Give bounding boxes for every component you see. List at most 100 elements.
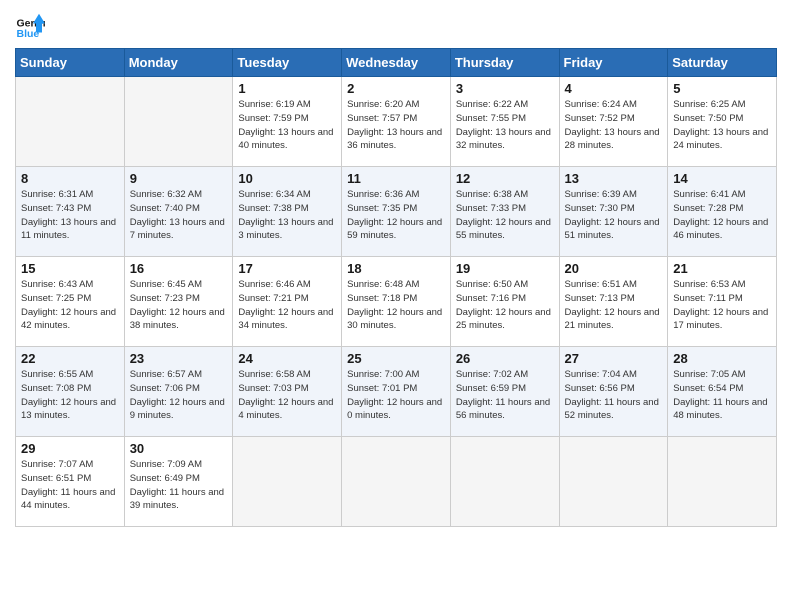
- day-number: 10: [238, 171, 336, 186]
- weekday-header: Wednesday: [342, 49, 451, 77]
- day-number: 4: [565, 81, 663, 96]
- calendar-day-cell: 8 Sunrise: 6:31 AMSunset: 7:43 PMDaylight…: [16, 167, 125, 257]
- day-number: 8: [21, 171, 119, 186]
- day-number: 28: [673, 351, 771, 366]
- day-info: Sunrise: 7:02 AMSunset: 6:59 PMDaylight:…: [456, 368, 554, 423]
- logo: General Blue: [15, 10, 45, 40]
- calendar-day-cell: 10 Sunrise: 6:34 AMSunset: 7:38 PMDayligh…: [233, 167, 342, 257]
- day-info: Sunrise: 6:48 AMSunset: 7:18 PMDaylight:…: [347, 278, 445, 333]
- calendar-week-row: 8 Sunrise: 6:31 AMSunset: 7:43 PMDaylight…: [16, 167, 777, 257]
- day-info: Sunrise: 7:07 AMSunset: 6:51 PMDaylight:…: [21, 458, 119, 513]
- day-info: Sunrise: 7:04 AMSunset: 6:56 PMDaylight:…: [565, 368, 663, 423]
- day-number: 14: [673, 171, 771, 186]
- calendar-day-cell: [233, 437, 342, 527]
- calendar-day-cell: 15 Sunrise: 6:43 AMSunset: 7:25 PMDayligh…: [16, 257, 125, 347]
- calendar-day-cell: 13 Sunrise: 6:39 AMSunset: 7:30 PMDayligh…: [559, 167, 668, 257]
- calendar-day-cell: 22 Sunrise: 6:55 AMSunset: 7:08 PMDayligh…: [16, 347, 125, 437]
- day-info: Sunrise: 6:39 AMSunset: 7:30 PMDaylight:…: [565, 188, 663, 243]
- calendar-day-cell: 11 Sunrise: 6:36 AMSunset: 7:35 PMDayligh…: [342, 167, 451, 257]
- day-info: Sunrise: 6:31 AMSunset: 7:43 PMDaylight:…: [21, 188, 119, 243]
- day-info: Sunrise: 6:25 AMSunset: 7:50 PMDaylight:…: [673, 98, 771, 153]
- day-info: Sunrise: 6:34 AMSunset: 7:38 PMDaylight:…: [238, 188, 336, 243]
- day-number: 11: [347, 171, 445, 186]
- day-info: Sunrise: 6:45 AMSunset: 7:23 PMDaylight:…: [130, 278, 228, 333]
- calendar-day-cell: 18 Sunrise: 6:48 AMSunset: 7:18 PMDayligh…: [342, 257, 451, 347]
- day-info: Sunrise: 6:38 AMSunset: 7:33 PMDaylight:…: [456, 188, 554, 243]
- calendar-day-cell: 23 Sunrise: 6:57 AMSunset: 7:06 PMDayligh…: [124, 347, 233, 437]
- day-number: 5: [673, 81, 771, 96]
- calendar-day-cell: 24 Sunrise: 6:58 AMSunset: 7:03 PMDayligh…: [233, 347, 342, 437]
- day-number: 19: [456, 261, 554, 276]
- day-number: 17: [238, 261, 336, 276]
- day-info: Sunrise: 6:55 AMSunset: 7:08 PMDaylight:…: [21, 368, 119, 423]
- day-number: 21: [673, 261, 771, 276]
- day-info: Sunrise: 6:41 AMSunset: 7:28 PMDaylight:…: [673, 188, 771, 243]
- day-number: 23: [130, 351, 228, 366]
- day-info: Sunrise: 6:43 AMSunset: 7:25 PMDaylight:…: [21, 278, 119, 333]
- weekday-header: Friday: [559, 49, 668, 77]
- day-number: 24: [238, 351, 336, 366]
- day-info: Sunrise: 6:24 AMSunset: 7:52 PMDaylight:…: [565, 98, 663, 153]
- day-number: 15: [21, 261, 119, 276]
- calendar-day-cell: 1 Sunrise: 6:19 AMSunset: 7:59 PMDaylight…: [233, 77, 342, 167]
- day-number: 22: [21, 351, 119, 366]
- calendar-day-cell: [450, 437, 559, 527]
- day-number: 12: [456, 171, 554, 186]
- calendar-day-cell: [16, 77, 125, 167]
- calendar-week-row: 22 Sunrise: 6:55 AMSunset: 7:08 PMDayligh…: [16, 347, 777, 437]
- calendar-day-cell: [559, 437, 668, 527]
- day-info: Sunrise: 6:32 AMSunset: 7:40 PMDaylight:…: [130, 188, 228, 243]
- calendar-day-cell: 19 Sunrise: 6:50 AMSunset: 7:16 PMDayligh…: [450, 257, 559, 347]
- calendar-week-row: 15 Sunrise: 6:43 AMSunset: 7:25 PMDayligh…: [16, 257, 777, 347]
- calendar-day-cell: 5 Sunrise: 6:25 AMSunset: 7:50 PMDaylight…: [668, 77, 777, 167]
- day-number: 29: [21, 441, 119, 456]
- calendar-day-cell: 30 Sunrise: 7:09 AMSunset: 6:49 PMDayligh…: [124, 437, 233, 527]
- calendar-day-cell: 27 Sunrise: 7:04 AMSunset: 6:56 PMDayligh…: [559, 347, 668, 437]
- day-info: Sunrise: 6:58 AMSunset: 7:03 PMDaylight:…: [238, 368, 336, 423]
- day-number: 27: [565, 351, 663, 366]
- calendar-day-cell: 20Sunrise: 6:51 AMSunset: 7:13 PMDayligh…: [559, 257, 668, 347]
- day-number: 30: [130, 441, 228, 456]
- day-info: Sunrise: 7:05 AMSunset: 6:54 PMDaylight:…: [673, 368, 771, 423]
- calendar-table: SundayMondayTuesdayWednesdayThursdayFrid…: [15, 48, 777, 527]
- day-number: 2: [347, 81, 445, 96]
- day-info: Sunrise: 6:53 AMSunset: 7:11 PMDaylight:…: [673, 278, 771, 333]
- day-info: Sunrise: 6:19 AMSunset: 7:59 PMDaylight:…: [238, 98, 336, 153]
- day-number: 16: [130, 261, 228, 276]
- calendar-day-cell: [342, 437, 451, 527]
- calendar-day-cell: 12 Sunrise: 6:38 AMSunset: 7:33 PMDayligh…: [450, 167, 559, 257]
- day-number: 9: [130, 171, 228, 186]
- day-info: Sunrise: 6:51 AMSunset: 7:13 PMDaylight:…: [565, 278, 663, 333]
- day-info: Sunrise: 6:46 AMSunset: 7:21 PMDaylight:…: [238, 278, 336, 333]
- calendar-day-cell: 17 Sunrise: 6:46 AMSunset: 7:21 PMDayligh…: [233, 257, 342, 347]
- weekday-header: Sunday: [16, 49, 125, 77]
- day-number: 1: [238, 81, 336, 96]
- calendar-day-cell: 16 Sunrise: 6:45 AMSunset: 7:23 PMDayligh…: [124, 257, 233, 347]
- day-number: 18: [347, 261, 445, 276]
- calendar-day-cell: 25Sunrise: 7:00 AMSunset: 7:01 PMDayligh…: [342, 347, 451, 437]
- calendar-day-cell: 21 Sunrise: 6:53 AMSunset: 7:11 PMDayligh…: [668, 257, 777, 347]
- day-number: 13: [565, 171, 663, 186]
- weekday-header: Tuesday: [233, 49, 342, 77]
- day-info: Sunrise: 6:57 AMSunset: 7:06 PMDaylight:…: [130, 368, 228, 423]
- calendar-day-cell: 28 Sunrise: 7:05 AMSunset: 6:54 PMDayligh…: [668, 347, 777, 437]
- calendar-day-cell: 4 Sunrise: 6:24 AMSunset: 7:52 PMDaylight…: [559, 77, 668, 167]
- calendar-week-row: 1 Sunrise: 6:19 AMSunset: 7:59 PMDaylight…: [16, 77, 777, 167]
- logo-icon: General Blue: [15, 10, 45, 40]
- calendar-week-row: 29 Sunrise: 7:07 AMSunset: 6:51 PMDayligh…: [16, 437, 777, 527]
- day-info: Sunrise: 7:00 AMSunset: 7:01 PMDaylight:…: [347, 368, 445, 423]
- calendar-day-cell: 3Sunrise: 6:22 AMSunset: 7:55 PMDaylight…: [450, 77, 559, 167]
- calendar-day-cell: 26Sunrise: 7:02 AMSunset: 6:59 PMDayligh…: [450, 347, 559, 437]
- weekday-header: Saturday: [668, 49, 777, 77]
- day-info: Sunrise: 6:50 AMSunset: 7:16 PMDaylight:…: [456, 278, 554, 333]
- calendar-header-row: SundayMondayTuesdayWednesdayThursdayFrid…: [16, 49, 777, 77]
- page-header: General Blue: [15, 10, 777, 40]
- calendar-day-cell: [668, 437, 777, 527]
- day-info: Sunrise: 6:36 AMSunset: 7:35 PMDaylight:…: [347, 188, 445, 243]
- svg-text:Blue: Blue: [17, 28, 40, 40]
- calendar-day-cell: 14 Sunrise: 6:41 AMSunset: 7:28 PMDayligh…: [668, 167, 777, 257]
- weekday-header: Thursday: [450, 49, 559, 77]
- calendar-day-cell: 2Sunrise: 6:20 AMSunset: 7:57 PMDaylight…: [342, 77, 451, 167]
- calendar-day-cell: [124, 77, 233, 167]
- day-info: Sunrise: 7:09 AMSunset: 6:49 PMDaylight:…: [130, 458, 228, 513]
